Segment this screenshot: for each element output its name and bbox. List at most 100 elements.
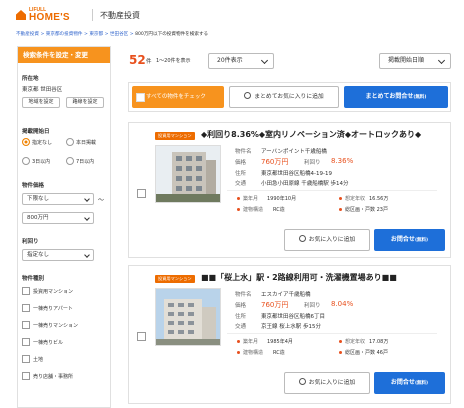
divider (227, 333, 437, 334)
bullet-icon (339, 340, 342, 343)
label-address: 住所 (235, 314, 247, 320)
label-yield: 利回り (304, 160, 321, 166)
heart-icon (298, 378, 306, 385)
property-name: アーバンポイント千歳船橋 (261, 149, 327, 155)
breadcrumb-link[interactable]: 東京都 (89, 32, 103, 37)
property-title[interactable]: ■■「桜上水」駅・2路線利用可・洗濯機置場あり■■ (201, 272, 397, 283)
posted-radio-today[interactable]: 本日掲載 (66, 138, 96, 146)
label-address: 住所 (235, 171, 247, 177)
property-photo[interactable] (155, 288, 221, 346)
property-built: 1990年10月 (267, 196, 297, 202)
label-price: 価格 (235, 303, 247, 309)
price-range-tilde: 〜 (98, 197, 105, 204)
breadcrumb: 不動産投資 > 東京都の投資物件 > 東京都 > 世田谷区 > 800万円以下の… (16, 32, 209, 37)
breadcrumb-current: 800万円以下の投資物件を検索する (135, 32, 209, 37)
posted-radio-none[interactable]: 指定なし (22, 138, 52, 146)
property-type-tag: 投資用マンション (155, 275, 195, 283)
property-address: 東京都世田谷区船橋4-19-19 (261, 171, 332, 177)
checkbox-label: 一棟売りビル (33, 339, 64, 346)
bullet-icon (237, 208, 240, 211)
label-income: 想定年収 (345, 196, 366, 202)
radio-label: 指定なし (32, 139, 53, 146)
radio-label: 3日以内 (32, 158, 51, 165)
label-name: 物件名 (235, 149, 252, 155)
property-yield: 8.04% (331, 300, 354, 308)
price-min-select[interactable]: 下限なし (22, 193, 94, 205)
sort-select[interactable]: 掲載開始日順 (379, 53, 451, 69)
posted-radio-7days[interactable]: 7日以内 (66, 157, 94, 165)
bulk-inquire-button[interactable]: まとめてお問合せ(無料) (344, 86, 448, 108)
type-checkbox[interactable]: 一棟売りマンション (22, 321, 78, 329)
inquire-button[interactable]: お問合せ(無料) (374, 372, 445, 394)
breadcrumb-link[interactable]: 東京都の投資物件 (46, 32, 83, 37)
checkbox-label: 土地 (33, 356, 44, 363)
type-label: 物件種別 (22, 276, 45, 282)
radio-label: 本日掲載 (76, 139, 97, 146)
property-income: 16.56万 (369, 196, 389, 202)
type-checkbox[interactable]: 一棟売りビル (22, 338, 63, 346)
property-structure: RC造 (273, 207, 285, 213)
radio-icon (22, 157, 30, 165)
label-structure: 建物構造 (243, 207, 264, 213)
type-checkbox[interactable]: 一棟売りアパート (22, 304, 73, 312)
property-photo[interactable] (155, 145, 221, 203)
property-price: 760万円 (261, 158, 289, 166)
bulk-inquire-label: まとめてお問合せ (365, 93, 414, 100)
posted-date-label: 掲載開始日 (22, 129, 50, 135)
logo-main-text: HOME'S (29, 11, 70, 23)
radio-icon (66, 157, 74, 165)
checkbox-icon (22, 338, 30, 346)
property-access: 京王線 桜上水駅 歩15分 (261, 324, 321, 330)
breadcrumb-link[interactable]: 世田谷区 (110, 32, 128, 37)
heart-icon (298, 235, 306, 242)
house-icon (16, 10, 26, 20)
set-line-button[interactable]: 路線を設定 (66, 97, 104, 108)
type-checkbox[interactable]: 土地 (22, 355, 43, 363)
bulk-favorite-button[interactable]: まとめてお気に入りに追加 (229, 86, 339, 108)
property-type-tag: 投資用マンション (155, 132, 195, 140)
label-built: 築年月 (243, 196, 259, 202)
lifull-logo[interactable]: LIFULL HOME'S (16, 7, 70, 23)
breadcrumb-link[interactable]: 不動産投資 (16, 32, 39, 37)
favorite-button[interactable]: お気に入りに追加 (284, 372, 370, 394)
price-max-select[interactable]: 800万円 (22, 212, 94, 224)
bullet-icon (339, 208, 342, 211)
type-checkbox[interactable]: 投資用マンション (22, 287, 73, 295)
radio-selected-icon (22, 138, 30, 146)
header-title: 不動産投資 (100, 11, 140, 20)
result-count-unit: 件 (146, 59, 152, 65)
property-yield: 8.36% (331, 157, 354, 165)
header-divider (92, 9, 93, 21)
set-area-button[interactable]: 地域を設定 (22, 97, 60, 108)
property-units: 総区画・戸数 23戸 (345, 207, 388, 213)
property-price: 760万円 (261, 301, 289, 309)
inquire-sub: (無料) (414, 238, 429, 243)
bullet-icon (339, 197, 342, 200)
label-structure: 建物構造 (243, 350, 264, 356)
per-page-select[interactable]: 20件表示 (208, 53, 274, 69)
heart-icon (244, 92, 252, 99)
building-photo-icon (156, 146, 220, 202)
property-income: 17.08万 (369, 339, 389, 345)
favorite-label: お気に入りに追加 (308, 237, 356, 243)
checkbox-label: 売り店舗・事務所 (33, 373, 74, 380)
property-checkbox[interactable] (137, 332, 146, 341)
posted-radio-3days[interactable]: 3日以内 (22, 157, 50, 165)
bulk-favorite-label: まとめてお気に入りに追加 (254, 94, 324, 100)
radio-icon (66, 138, 74, 146)
checkbox-label: 一棟売りマンション (33, 322, 79, 329)
bullet-icon (339, 351, 342, 354)
property-address: 東京都世田谷区船橋6丁目 (261, 314, 326, 320)
type-checkbox[interactable]: 売り店舗・事務所 (22, 372, 73, 380)
check-all-button[interactable]: すべての物件をチェック (132, 86, 224, 108)
property-checkbox[interactable] (137, 189, 146, 198)
inquire-label: お問合せ (390, 379, 415, 386)
inquire-button[interactable]: お問合せ(無料) (374, 229, 445, 251)
checkbox-icon (22, 355, 30, 363)
label-access: 交通 (235, 181, 247, 187)
favorite-button[interactable]: お気に入りに追加 (284, 229, 370, 251)
yield-select[interactable]: 指定なし (22, 249, 94, 261)
bulk-inquire-sub: (無料) (413, 95, 427, 100)
property-title[interactable]: ◆利回り8.36%◆室内リノベーション済◆オートロックあり◆ (201, 129, 421, 140)
checkbox-label: 一棟売りアパート (33, 305, 73, 312)
